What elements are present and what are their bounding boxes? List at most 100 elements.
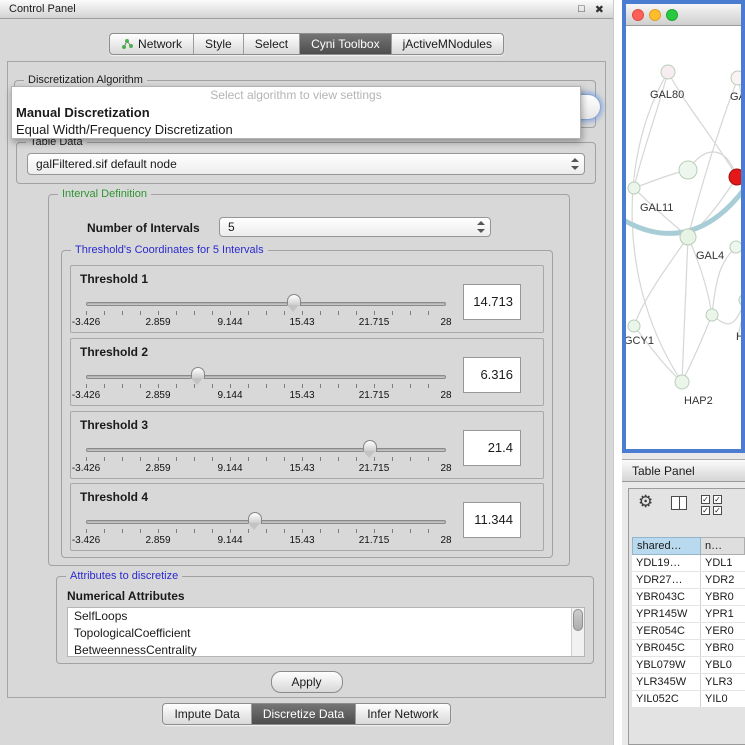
slider-ticks xyxy=(86,529,446,533)
slider-scale-label: 21.715 xyxy=(359,463,390,474)
threshold-slider[interactable]: -3.4262.8599.14415.4321.71528 xyxy=(86,512,446,548)
traffic-light-minimize-icon[interactable] xyxy=(649,9,661,21)
table-row[interactable]: YIL052CYIL0 xyxy=(632,691,745,708)
threshold-slider[interactable]: -3.4262.8599.14415.4321.71528 xyxy=(86,440,446,476)
tab-impute-data[interactable]: Impute Data xyxy=(163,704,251,724)
tab-label: Discretize Data xyxy=(263,707,344,721)
network-canvas[interactable]: GAL80GAGAL11GAL4GCY1HHAP2 xyxy=(626,26,741,449)
checkbox-icon[interactable]: ✓ xyxy=(701,495,710,504)
table-cell: YBL079W xyxy=(632,657,701,673)
slider-ticks xyxy=(86,384,446,388)
window-titlebar: Control Panel □ ✖ xyxy=(0,0,613,19)
tab-select[interactable]: Select xyxy=(244,34,300,54)
threshold-value-field[interactable]: 21.4 xyxy=(463,430,521,466)
list-scrollbar[interactable] xyxy=(571,608,584,656)
checkbox-icon[interactable]: ✓ xyxy=(713,495,722,504)
minimize-icon[interactable]: □ xyxy=(578,3,585,16)
group-label: Threshold's Coordinates for 5 Intervals xyxy=(71,244,268,256)
network-node-label: GAL80 xyxy=(650,89,684,101)
control-panel-scroll-strip[interactable] xyxy=(613,0,622,745)
network-node[interactable] xyxy=(661,65,675,79)
table-row[interactable]: YBL079WYBL0 xyxy=(632,657,745,674)
attribute-list-item[interactable]: TopologicalCoefficient xyxy=(68,625,584,642)
close-icon[interactable]: ✖ xyxy=(595,3,604,16)
slider-scale-label: -3.426 xyxy=(72,317,100,328)
slider-thumb[interactable] xyxy=(287,294,301,306)
table-row[interactable]: YBR043CYBR0 xyxy=(632,589,745,606)
threshold-value-field[interactable]: 6.316 xyxy=(463,357,521,393)
traffic-light-close-icon[interactable] xyxy=(632,9,644,21)
tab-network[interactable]: Network xyxy=(110,34,194,54)
tab-label: Network xyxy=(138,37,182,51)
tab-cyni-toolbox[interactable]: Cyni Toolbox xyxy=(300,34,391,54)
network-node[interactable] xyxy=(680,229,696,245)
table-cell: YDL19… xyxy=(632,555,701,571)
scrollbar-thumb[interactable] xyxy=(573,609,583,631)
threshold-value-field[interactable]: 11.344 xyxy=(463,502,521,538)
slider-track xyxy=(86,520,446,524)
column-header-name[interactable]: n… xyxy=(701,537,745,555)
network-node-label: GAL4 xyxy=(696,250,724,262)
network-node-label: GAL11 xyxy=(640,202,673,214)
network-node[interactable] xyxy=(729,169,741,185)
network-edge xyxy=(634,237,688,326)
table-row[interactable]: YER054CYER0 xyxy=(632,623,745,640)
slider-ticks xyxy=(86,457,446,461)
table-row[interactable]: YDR27…YDR2 xyxy=(632,572,745,589)
table-panel-title: Table Panel xyxy=(632,464,695,478)
network-node[interactable] xyxy=(739,294,741,306)
table-data-combobox[interactable]: galFiltered.sif default node xyxy=(27,153,585,175)
column-header-shared-name[interactable]: shared… xyxy=(632,537,701,555)
network-node[interactable] xyxy=(706,309,718,321)
tab-discretize-data[interactable]: Discretize Data xyxy=(252,704,356,724)
traffic-light-zoom-icon[interactable] xyxy=(666,9,678,21)
threshold-slider[interactable]: -3.4262.8599.14415.4321.71528 xyxy=(86,367,446,403)
table-row[interactable]: YPR145WYPR1 xyxy=(632,606,745,623)
network-node[interactable] xyxy=(628,182,640,194)
table-row[interactable]: YBR045CYBR0 xyxy=(632,640,745,657)
table-cell: YER0 xyxy=(701,623,745,639)
gear-icon[interactable]: ⚙ xyxy=(638,492,653,512)
threshold-value-field[interactable]: 14.713 xyxy=(463,284,521,320)
checkbox-icon[interactable]: ✓ xyxy=(701,506,710,515)
popup-item-equal-width-frequency[interactable]: Equal Width/Frequency Discretization xyxy=(12,121,580,138)
algorithm-dropdown-popup: Select algorithm to view settings Manual… xyxy=(11,86,581,139)
numerical-attributes-list[interactable]: SelfLoopsTopologicalCoefficientBetweenne… xyxy=(67,607,585,657)
slider-scale-label: 2.859 xyxy=(145,317,170,328)
network-node[interactable] xyxy=(679,161,697,179)
control-panel-content: Discretization Algorithm Select algorith… xyxy=(7,61,606,698)
slider-scale-label: 28 xyxy=(440,390,451,401)
slider-scale-label: 2.859 xyxy=(145,390,170,401)
slider-thumb[interactable] xyxy=(363,440,377,452)
tab-jactivemnodules[interactable]: jActiveMNodules xyxy=(392,34,503,54)
attribute-list-item[interactable]: BetweennessCentrality xyxy=(68,642,584,657)
checkbox-icon[interactable]: ✓ xyxy=(713,506,722,515)
tab-label: Cyni Toolbox xyxy=(311,37,379,51)
network-node[interactable] xyxy=(731,71,741,85)
columns-icon[interactable] xyxy=(671,496,687,510)
network-edge xyxy=(688,237,712,315)
popup-placeholder: Select algorithm to view settings xyxy=(12,87,580,104)
table-panel-header[interactable]: Table Panel xyxy=(622,459,745,482)
table-header-row: shared… n… xyxy=(632,537,745,555)
table-row[interactable]: YLR345WYLR3 xyxy=(632,674,745,691)
attribute-list-item[interactable]: SelfLoops xyxy=(68,608,584,625)
slider-thumb[interactable] xyxy=(248,512,262,524)
slider-thumb[interactable] xyxy=(191,367,205,379)
table-cell: YPR1 xyxy=(701,606,745,622)
table-cell: YBR0 xyxy=(701,640,745,656)
threshold-slider[interactable]: -3.4262.8599.14415.4321.71528 xyxy=(86,294,446,330)
tab-infer-network[interactable]: Infer Network xyxy=(356,704,449,724)
number-of-intervals-combobox[interactable]: 5 xyxy=(219,217,491,237)
table-cell: YPR145W xyxy=(632,606,701,622)
network-node[interactable] xyxy=(730,241,741,253)
tab-style[interactable]: Style xyxy=(194,34,244,54)
apply-button[interactable]: Apply xyxy=(270,671,342,693)
table-cell: YBR0 xyxy=(701,589,745,605)
network-node[interactable] xyxy=(628,320,640,332)
table-row[interactable]: YDL19…YDL1 xyxy=(632,555,745,572)
spinner-arrows-icon xyxy=(477,221,485,233)
network-node[interactable] xyxy=(675,375,689,389)
popup-item-manual-discretization[interactable]: Manual Discretization xyxy=(12,104,580,121)
threshold-panel-3: Threshold 3 -3.4262.8599.14415.4321.7152… xyxy=(70,411,544,479)
